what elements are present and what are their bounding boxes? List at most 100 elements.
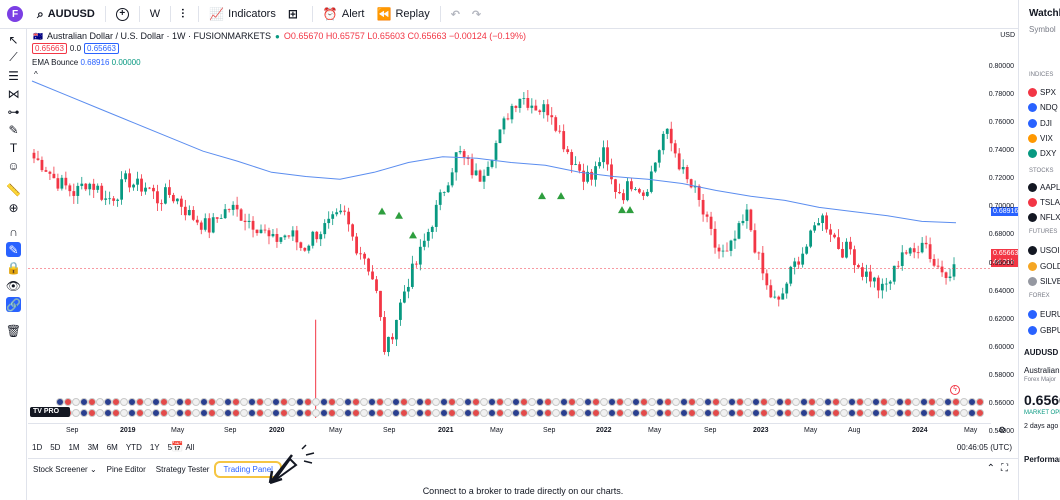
events-row[interactable] — [56, 408, 988, 417]
event-marker-icon[interactable] — [856, 398, 864, 406]
event-marker-icon[interactable] — [520, 398, 528, 406]
fib-icon[interactable]: ☰ — [6, 68, 21, 83]
indicators-button[interactable]: 📈 Indicators — [203, 3, 282, 25]
event-marker-icon[interactable] — [440, 409, 448, 417]
event-marker-icon[interactable] — [208, 398, 216, 406]
event-marker-icon[interactable] — [736, 409, 744, 417]
magnet-icon[interactable]: ∩ — [6, 224, 21, 239]
event-marker-icon[interactable] — [544, 398, 552, 406]
event-marker-icon[interactable] — [120, 398, 128, 406]
event-marker-icon[interactable] — [816, 398, 824, 406]
event-marker-icon[interactable] — [352, 409, 360, 417]
event-marker-icon[interactable] — [736, 398, 744, 406]
lightning-icon[interactable]: ϟ — [950, 385, 960, 395]
event-marker-icon[interactable] — [616, 398, 624, 406]
collapse-legend-icon[interactable]: ^ — [34, 70, 44, 80]
event-marker-icon[interactable] — [896, 409, 904, 417]
event-marker-icon[interactable] — [704, 398, 712, 406]
event-marker-icon[interactable] — [824, 409, 832, 417]
event-marker-icon[interactable] — [920, 398, 928, 406]
event-marker-icon[interactable] — [744, 409, 752, 417]
event-marker-icon[interactable] — [712, 398, 720, 406]
collapse-panel-icon[interactable]: ⌃ — [987, 463, 1001, 474]
event-marker-icon[interactable] — [336, 398, 344, 406]
event-marker-icon[interactable] — [400, 409, 408, 417]
event-marker-icon[interactable] — [768, 409, 776, 417]
event-marker-icon[interactable] — [672, 409, 680, 417]
compare-button[interactable]: + — [110, 3, 135, 25]
event-marker-icon[interactable] — [576, 398, 584, 406]
event-marker-icon[interactable] — [528, 398, 536, 406]
tab-stock-screener[interactable]: Stock Screener ⌄ — [28, 465, 102, 474]
event-marker-icon[interactable] — [912, 409, 920, 417]
event-marker-icon[interactable] — [648, 398, 656, 406]
trash-icon[interactable]: 🗑 — [6, 323, 21, 338]
event-marker-icon[interactable] — [600, 409, 608, 417]
interval-button[interactable]: W — [144, 3, 166, 25]
event-marker-icon[interactable] — [80, 398, 88, 406]
indicator-legend[interactable]: EMA Bounce 0.68916 0.00000 — [32, 58, 141, 67]
event-marker-icon[interactable] — [304, 398, 312, 406]
event-marker-icon[interactable] — [264, 409, 272, 417]
watchlist-item[interactable]: GOLD — [1028, 260, 1060, 272]
range-button-1m[interactable]: 1M — [64, 443, 83, 452]
event-marker-icon[interactable] — [824, 398, 832, 406]
event-marker-icon[interactable] — [216, 398, 224, 406]
range-button-all[interactable]: All — [181, 443, 198, 452]
event-marker-icon[interactable] — [320, 398, 328, 406]
watchlist-item[interactable]: GBPUSD — [1028, 324, 1060, 336]
watchlist-item[interactable]: DJI — [1028, 117, 1052, 129]
settings-gear-icon[interactable]: ⚙ — [998, 425, 1006, 436]
event-marker-icon[interactable] — [104, 398, 112, 406]
redo-button[interactable]: ↷ — [466, 3, 487, 25]
detail-symbol[interactable]: AUDUSD — [1024, 348, 1058, 357]
event-marker-icon[interactable] — [864, 409, 872, 417]
event-marker-icon[interactable] — [784, 409, 792, 417]
event-marker-icon[interactable] — [784, 398, 792, 406]
event-marker-icon[interactable] — [872, 409, 880, 417]
event-marker-icon[interactable] — [728, 398, 736, 406]
event-marker-icon[interactable] — [160, 398, 168, 406]
event-marker-icon[interactable] — [296, 409, 304, 417]
clock-time[interactable]: 00:46:05 (UTC) — [957, 443, 1012, 452]
event-marker-icon[interactable] — [776, 398, 784, 406]
event-marker-icon[interactable] — [632, 398, 640, 406]
event-marker-icon[interactable] — [496, 398, 504, 406]
zoom-icon[interactable]: ⊕ — [6, 200, 21, 215]
event-marker-icon[interactable] — [896, 398, 904, 406]
watchlist-section-futures[interactable]: FUTURES — [1029, 229, 1057, 235]
event-marker-icon[interactable] — [688, 398, 696, 406]
event-marker-icon[interactable] — [752, 409, 760, 417]
event-marker-icon[interactable] — [136, 409, 144, 417]
event-marker-icon[interactable] — [256, 409, 264, 417]
event-marker-icon[interactable] — [168, 398, 176, 406]
event-marker-icon[interactable] — [192, 398, 200, 406]
event-marker-icon[interactable] — [376, 398, 384, 406]
event-marker-icon[interactable] — [960, 409, 968, 417]
symbol-search-button[interactable]: ⌕ AUDUSD — [31, 3, 101, 25]
event-marker-icon[interactable] — [864, 398, 872, 406]
event-marker-icon[interactable] — [568, 398, 576, 406]
event-marker-icon[interactable] — [88, 409, 96, 417]
event-marker-icon[interactable] — [912, 398, 920, 406]
event-marker-icon[interactable] — [760, 398, 768, 406]
chart-type-button[interactable]: ⫶ — [175, 3, 194, 25]
watchlist-item[interactable]: SILVER — [1028, 275, 1060, 287]
event-marker-icon[interactable] — [128, 409, 136, 417]
event-marker-icon[interactable] — [120, 409, 128, 417]
sell-price-button[interactable]: 0.65663 — [32, 43, 67, 54]
event-marker-icon[interactable] — [416, 398, 424, 406]
event-marker-icon[interactable] — [592, 409, 600, 417]
event-marker-icon[interactable] — [168, 409, 176, 417]
event-marker-icon[interactable] — [848, 398, 856, 406]
watchlist-section-indices[interactable]: INDICES — [1029, 72, 1053, 78]
event-marker-icon[interactable] — [504, 398, 512, 406]
event-marker-icon[interactable] — [464, 398, 472, 406]
event-marker-icon[interactable] — [272, 409, 280, 417]
range-button-6m[interactable]: 6M — [103, 443, 122, 452]
event-marker-icon[interactable] — [280, 398, 288, 406]
event-marker-icon[interactable] — [672, 398, 680, 406]
event-marker-icon[interactable] — [112, 398, 120, 406]
event-marker-icon[interactable] — [264, 398, 272, 406]
event-marker-icon[interactable] — [440, 398, 448, 406]
